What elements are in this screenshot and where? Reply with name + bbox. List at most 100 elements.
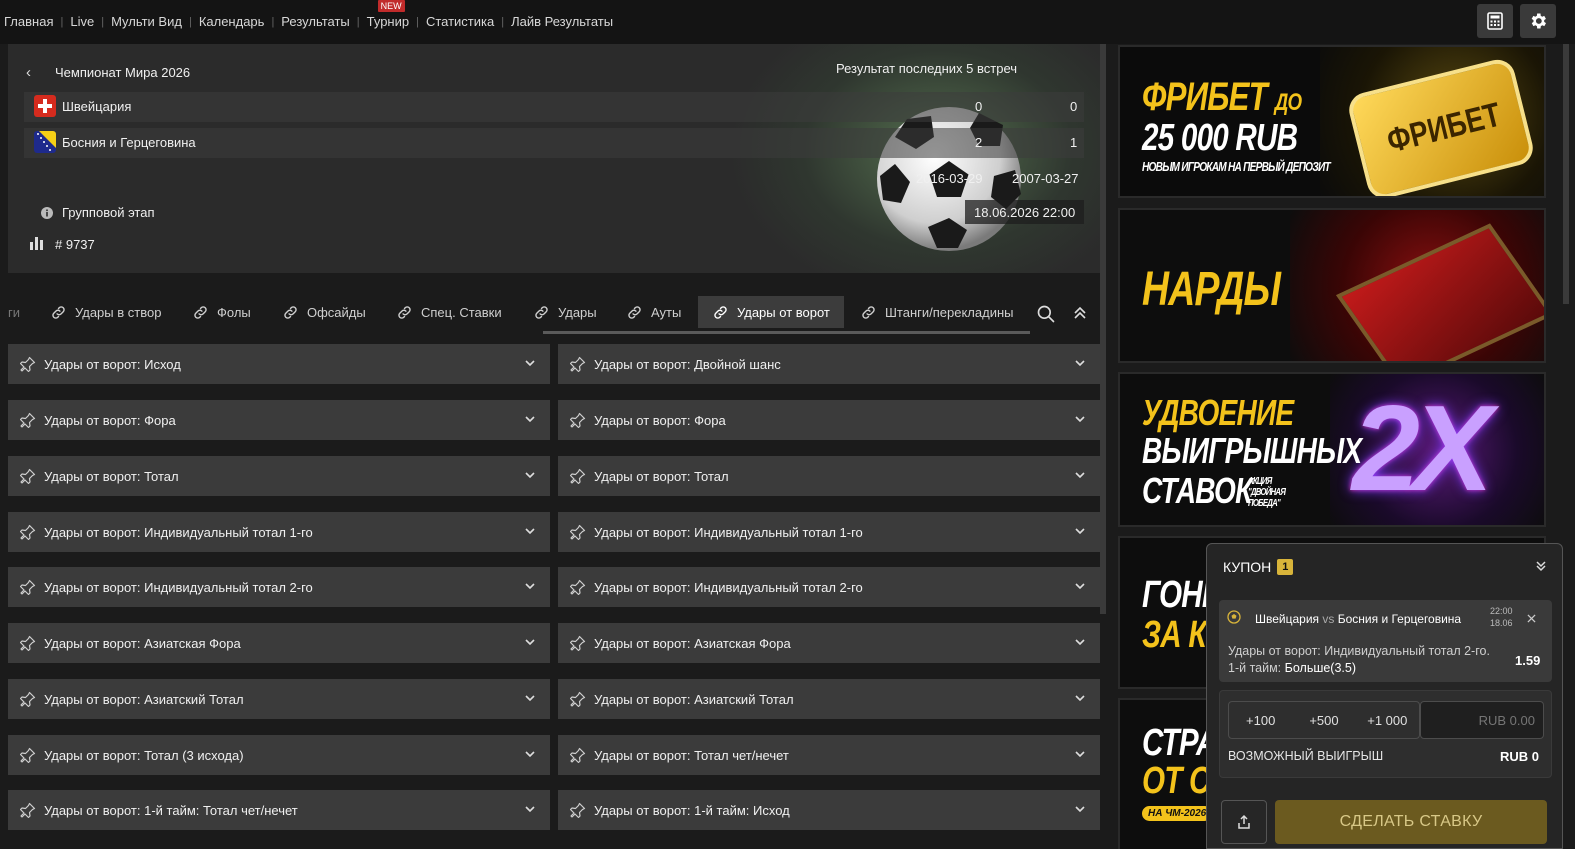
chevron-down-icon[interactable] xyxy=(524,803,536,815)
pin-icon[interactable] xyxy=(19,747,36,764)
search-icon[interactable] xyxy=(1036,304,1056,324)
nav-item-results[interactable]: Результаты xyxy=(274,14,356,29)
chevron-down-icon[interactable] xyxy=(1074,469,1086,481)
double-win-banner[interactable]: 2X УДВОЕНИЕ ВЫИГРЫШНЫХ СТАВОК АКЦИЯ "ДВО… xyxy=(1118,372,1546,527)
pin-icon[interactable] xyxy=(569,691,586,708)
market-row[interactable]: Удары от ворот: Тотал xyxy=(558,456,1100,496)
market-row[interactable]: Удары от ворот: Двойной шанс xyxy=(558,344,1100,384)
chevron-down-icon[interactable] xyxy=(1074,413,1086,425)
nav-item-live-results[interactable]: Лайв Результаты xyxy=(504,14,620,29)
nav-item-multiview[interactable]: Мульти Вид xyxy=(104,14,189,29)
pin-icon[interactable] xyxy=(569,412,586,429)
market-row[interactable]: Удары от ворот: Исход xyxy=(8,344,550,384)
tab-shots-on-target[interactable]: Удары в створ xyxy=(36,296,175,328)
chevron-down-icon[interactable] xyxy=(1074,803,1086,815)
chevron-down-icon[interactable] xyxy=(524,469,536,481)
quick-stake-1000[interactable]: +1 000 xyxy=(1356,713,1419,728)
settings-button[interactable] xyxy=(1520,4,1556,38)
chevron-down-icon[interactable] xyxy=(1074,357,1086,369)
pin-icon[interactable] xyxy=(19,412,36,429)
chevron-down-icon[interactable] xyxy=(524,525,536,537)
pin-icon[interactable] xyxy=(19,579,36,596)
market-row[interactable]: Удары от ворот: 1-й тайм: Исход xyxy=(558,790,1100,830)
tab-fouls[interactable]: Фолы xyxy=(178,296,265,328)
chevron-down-icon[interactable] xyxy=(1074,692,1086,704)
match-id: # 9737 xyxy=(55,237,95,252)
pin-icon[interactable] xyxy=(569,635,586,652)
tab-woodwork[interactable]: Штанги/перекладины xyxy=(846,296,1028,328)
pin-icon[interactable] xyxy=(569,747,586,764)
nav-item-tournament[interactable]: NEW Турнир xyxy=(360,0,416,29)
nav-item-statistics[interactable]: Статистика xyxy=(419,14,501,29)
market-row[interactable]: Удары от ворот: Азиатский Тотал xyxy=(558,679,1100,719)
pin-icon[interactable] xyxy=(19,468,36,485)
market-row[interactable]: Удары от ворот: Тотал xyxy=(8,456,550,496)
chevron-down-icon[interactable] xyxy=(1074,580,1086,592)
pin-icon[interactable] xyxy=(569,802,586,819)
tab-label: Фолы xyxy=(217,304,251,320)
chevron-down-icon[interactable] xyxy=(524,748,536,760)
tab-special-bets[interactable]: Спец. Ставки xyxy=(382,296,516,328)
close-icon[interactable] xyxy=(1527,614,1536,623)
pin-icon[interactable] xyxy=(19,802,36,819)
market-row[interactable]: Удары от ворот: Индивидуальный тотал 2-г… xyxy=(8,567,550,607)
nav-item-calendar[interactable]: Календарь xyxy=(192,14,272,29)
pin-icon[interactable] xyxy=(569,579,586,596)
back-chevron[interactable]: ‹ xyxy=(26,64,31,81)
tab-cut-left[interactable]: ги xyxy=(0,296,34,328)
tab-goal-kicks[interactable]: Удары от ворот xyxy=(698,296,844,328)
market-row[interactable]: Удары от ворот: Азиатская Фора xyxy=(558,623,1100,663)
chevron-down-icon[interactable] xyxy=(1074,748,1086,760)
pin-icon[interactable] xyxy=(569,524,586,541)
calculator-button[interactable] xyxy=(1477,4,1513,38)
market-row[interactable]: Удары от ворот: Тотал (3 исхода) xyxy=(8,735,550,775)
market-row[interactable]: Удары от ворот: 1-й тайм: Тотал чет/нече… xyxy=(8,790,550,830)
chevron-down-icon[interactable] xyxy=(524,357,536,369)
tab-throw-ins[interactable]: Ауты xyxy=(612,296,695,328)
chevron-down-icon[interactable] xyxy=(1074,525,1086,537)
market-row[interactable]: Удары от ворот: Индивидуальный тотал 1-г… xyxy=(558,512,1100,552)
tab-shots[interactable]: Удары xyxy=(519,296,611,328)
stats-bars-icon[interactable] xyxy=(29,235,44,250)
freebet-banner[interactable]: ФРИБЕТ ФРИБЕТ ДО 25 000 RUB НОВЫМ ИГРОКА… xyxy=(1118,45,1546,198)
chevron-down-icon[interactable] xyxy=(524,692,536,704)
link-icon xyxy=(284,305,297,319)
bosnia-flag-icon xyxy=(34,131,56,153)
double-win-line3: СТАВОК xyxy=(1142,470,1252,511)
market-row[interactable]: Удары от ворот: Азиатский Тотал xyxy=(8,679,550,719)
chevron-down-icon[interactable] xyxy=(524,636,536,648)
chevron-down-icon[interactable] xyxy=(1074,636,1086,648)
pin-icon[interactable] xyxy=(569,356,586,373)
place-bet-button[interactable]: СДЕЛАТЬ СТАВКУ xyxy=(1275,800,1547,844)
share-button[interactable] xyxy=(1221,800,1267,844)
pin-icon[interactable] xyxy=(19,524,36,541)
nav-item-home[interactable]: Главная xyxy=(4,14,60,29)
page-scrollbar[interactable] xyxy=(1100,44,1106,614)
market-row[interactable]: Удары от ворот: Индивидуальный тотал 1-г… xyxy=(8,512,550,552)
info-icon xyxy=(41,207,53,219)
tab-offsides[interactable]: Офсайды xyxy=(268,296,380,328)
quick-stake-500[interactable]: +500 xyxy=(1292,713,1355,728)
market-row[interactable]: Удары от ворот: Фора xyxy=(8,400,550,440)
tabs-scrollbar[interactable] xyxy=(543,331,1030,334)
stake-input[interactable] xyxy=(1420,701,1544,739)
nardy-banner[interactable]: НАРДЫ xyxy=(1118,208,1546,363)
nav-item-live[interactable]: Live xyxy=(63,14,101,29)
pin-icon[interactable] xyxy=(19,691,36,708)
collapse-icon[interactable] xyxy=(1073,306,1087,320)
collapse-coupon-icon[interactable] xyxy=(1535,560,1547,572)
sidebar-scrollbar[interactable] xyxy=(1563,44,1569,304)
double-win-graphic: 2X xyxy=(1352,380,1493,516)
pin-icon[interactable] xyxy=(569,468,586,485)
market-row[interactable]: Удары от ворот: Индивидуальный тотал 2-г… xyxy=(558,567,1100,607)
quick-stake-100[interactable]: +100 xyxy=(1229,713,1292,728)
coupon-header[interactable]: КУПОН 1 xyxy=(1223,559,1294,575)
chevron-down-icon[interactable] xyxy=(524,413,536,425)
market-row[interactable]: Удары от ворот: Тотал чет/нечет xyxy=(558,735,1100,775)
market-row[interactable]: Удары от ворот: Фора xyxy=(558,400,1100,440)
chevron-down-icon[interactable] xyxy=(524,580,536,592)
market-title: Удары от ворот: Фора xyxy=(44,412,176,428)
pin-icon[interactable] xyxy=(19,356,36,373)
pin-icon[interactable] xyxy=(19,635,36,652)
market-row[interactable]: Удары от ворот: Азиатская Фора xyxy=(8,623,550,663)
